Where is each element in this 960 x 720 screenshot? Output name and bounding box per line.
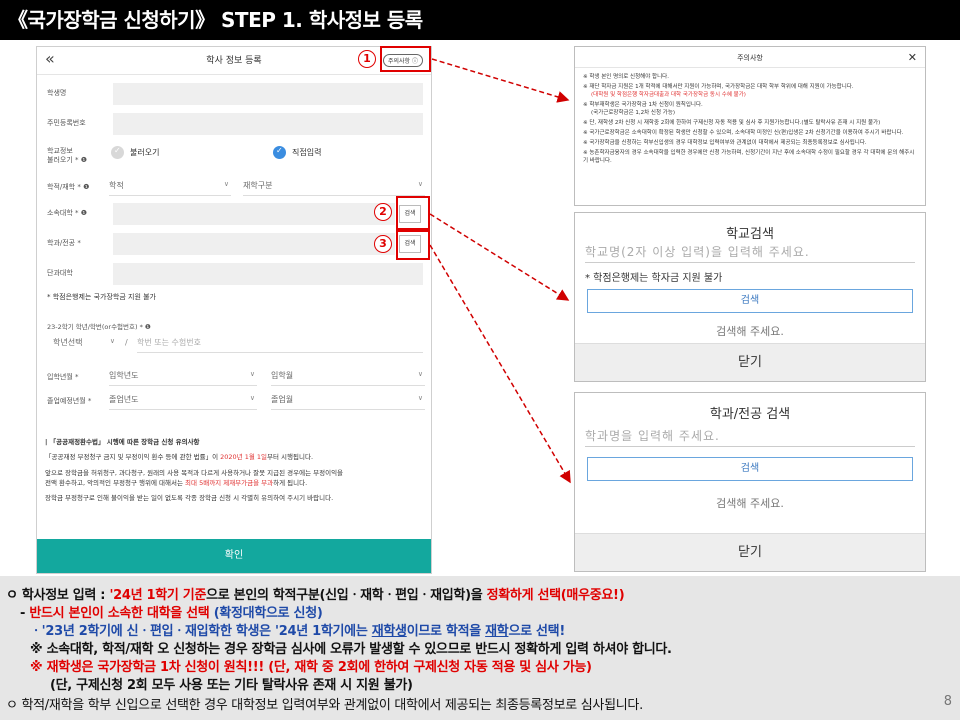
notice-list: ※ 학생 본인 명의로 신청해야 합니다. ※ 재단 학자금 지원은 1개 학적… [583,73,919,167]
instruction-line-5: ※ 재학생은 국가장학금 1차 신청이 원칙!!! (단, 재학 중 2회에 한… [30,660,592,675]
notice-divider [575,67,925,68]
notice-item: ※ 농촌학자금융자의 경우 소속대학을 입력한 경우에만 신청 가능하며, 신청… [583,150,915,164]
notice-item: ※ 학부재학생은 국가장학금 1차 신청이 원칙입니다. [583,102,703,108]
page-number: 8 [943,694,952,709]
instruction-3a: ㆍ'23년 2학기에 신ㆍ편입ㆍ재입학한 학생은 '24년 1학기에는 [30,624,372,639]
instruction-line-6: (단, 구제신청 2회 모두 사용 또는 기타 탈락사유 존재 시 지원 불가) [50,678,413,693]
notice-item: ※ 학생 본인 명의로 신청해야 합니다. [583,74,669,80]
school-popup-note: * 학점은행제는 학자금 지원 불가 [585,273,723,284]
school-popup-title: 학교검색 [726,227,774,242]
instruction-line-4: ※ 소속대학, 학적/재학 오 신청하는 경우 장학금 심사에 오류가 발생할 … [30,642,672,657]
instruction-1d: 정확하게 선택(매우중요!) [486,588,625,603]
instruction-3e: 으로 선택! [508,624,565,639]
instruction-3c: 이므로 학적을 [406,624,486,639]
instruction-2c: (확정대학으로 신청) [213,606,323,621]
notice-popup-title: 주의사항 [737,54,763,62]
notice-item: (대학원 및 학점은행 학자금대출과 대학 국가장학금 동시 수혜 불가) [591,92,746,98]
instruction-1b: '24년 1학기 기준 [109,588,207,603]
major-search-hint: 검색해 주세요. [716,497,784,510]
arrow-2 [429,213,570,301]
close-icon[interactable]: ✕ [908,51,917,64]
notice-item: ※ 국가근로장학금은 소속대학이 확정된 학생만 신청할 수 있으며, 소속대학… [583,130,904,136]
instruction-3b: 재학생 [371,624,407,639]
instruction-line-3: ㆍ'23년 2학기에 신ㆍ편입ㆍ재입학한 학생은 '24년 1학기에는 재학생이… [30,620,565,639]
arrow-3 [429,244,571,484]
instruction-2a: - [20,606,30,621]
arrow-1 [431,58,570,103]
instruction-3d: 재학 [485,624,509,639]
notice-item: ※ 재단 학자금 지원은 1개 학적에 대해서만 지원이 가능하며, 국가장학금… [583,84,854,90]
school-search-button[interactable]: 검색 [587,289,913,313]
instruction-line-1: ㅇ 학사정보 입력 : '24년 1학기 기준으로 본인의 학적구분(신입ㆍ재학… [6,584,625,603]
instruction-1a: ㅇ 학사정보 입력 : [6,588,110,603]
school-popup-close-button[interactable]: 닫기 [575,343,925,381]
notice-popup: 주의사항 ✕ ※ 학생 본인 명의로 신청해야 합니다. ※ 재단 학자금 지원… [574,46,926,206]
notice-item: ※ 단, 재학생 2차 신청 시 재학중 2회에 한하여 구제신청 자동 적용 … [583,120,881,126]
instructions-panel: ㅇ 학사정보 입력 : '24년 1학기 기준으로 본인의 학적구분(신입ㆍ재학… [0,576,960,720]
major-search-button[interactable]: 검색 [587,457,913,481]
instruction-1c: 으로 본인의 학적구분(신입ㆍ재학ㆍ편입ㆍ재입학)을 [206,588,487,603]
major-popup-title: 학과/전공 검색 [709,407,791,422]
instruction-line-2: - 반드시 본인이 소속한 대학을 선택 (확정대학으로 신청) [20,602,323,621]
school-name-input[interactable]: 학교명(2자 이상 입력)을 입력해 주세요. [585,243,915,263]
notice-item: ※ 국가장학금을 신청하는 학부신입생의 경우 대학정보 입력여부와 관계없이 … [583,140,867,146]
major-popup-close-button[interactable]: 닫기 [575,533,925,571]
major-search-popup: 학과/전공 검색 학과명을 입력해 주세요. 검색 검색해 주세요. 닫기 [574,392,926,572]
notice-item: (국가근로장학금은 1,2차 신청 가능) [591,110,676,116]
major-name-input[interactable]: 학과명을 입력해 주세요. [585,427,915,447]
school-search-hint: 검색해 주세요. [716,325,784,338]
instruction-line-7: ㅇ 학적/재학을 학부 신입으로 선택한 경우 대학정보 입력여부와 관계없이 … [6,698,643,713]
school-search-popup: 학교검색 학교명(2자 이상 입력)을 입력해 주세요. * 학점은행제는 학자… [574,212,926,382]
instruction-2b: 반드시 본인이 소속한 대학을 선택 [29,606,214,621]
